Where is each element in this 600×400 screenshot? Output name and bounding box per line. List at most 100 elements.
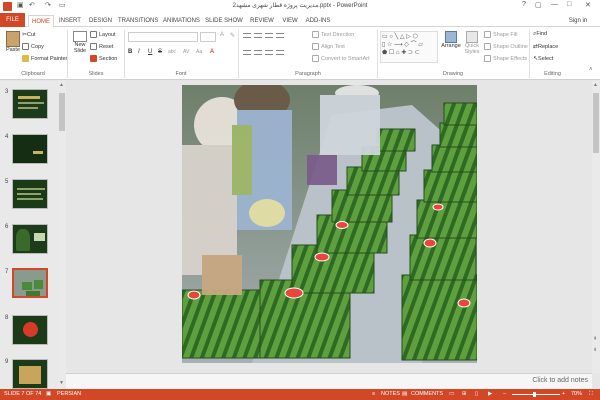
zoom-slider-handle[interactable] [533,392,536,397]
new-slide-button[interactable]: New Slide [71,31,89,54]
slide-thumbnail[interactable] [12,315,48,345]
character-spacing-button[interactable]: AV [183,49,189,55]
slide-thumbnail[interactable] [12,179,48,209]
change-case-button[interactable]: Aa [196,49,202,55]
normal-view-icon[interactable]: ▭ [449,391,454,397]
find-button[interactable]: ⌕Find [533,31,547,38]
cut-button[interactable]: ✂Cut [22,31,36,38]
shapes-gallery[interactable]: ▭ ○ ╲ △ ▷ ⬡ ▯ ☆ ⟶ ◇ ⌒ ▱ ⬟ ☐ ⌂ ✚ ⊃ ⊂ [380,31,438,63]
clipboard-group-label: Clipboard [21,71,45,77]
scrollbar-thumb[interactable] [593,93,599,153]
shape-effects-button[interactable]: Shape Effects [484,55,527,62]
align-text-icon [312,43,319,50]
copy-button[interactable]: Copy [22,43,44,50]
text-shadow-button[interactable]: abc [168,49,176,55]
align-text-button[interactable]: Align Text [312,43,345,50]
bold-button[interactable]: B [128,49,132,55]
ribbon-options-icon[interactable]: ▢ [535,1,542,9]
section-button[interactable]: Section [90,55,117,62]
zoom-out-icon[interactable]: − [503,391,506,397]
slide-thumbnail[interactable] [12,224,48,254]
tab-insert[interactable]: INSERT [57,15,83,27]
slide-thumbnail[interactable] [12,89,48,119]
tab-review[interactable]: REVIEW [248,15,276,27]
font-size-select[interactable] [200,32,216,42]
format-painter-icon [22,55,29,62]
notes-toggle[interactable]: NOTES [381,391,400,397]
comments-toggle-icon[interactable]: ▤ [402,391,407,397]
zoom-in-icon[interactable]: + [562,391,565,397]
slideshow-view-icon[interactable]: ▶ [488,391,492,397]
tab-design[interactable]: DESIGN [87,15,114,27]
previous-slide-icon[interactable]: ⇞ [593,336,597,342]
reset-icon [90,43,97,50]
alignment-icons[interactable] [243,50,303,56]
slide-sorter-icon[interactable]: ⊞ [462,391,467,397]
arrange-button[interactable]: Arrange [441,31,461,49]
thumbnail-scrollbar[interactable]: ▲ ▼ [58,81,66,389]
strikethrough-button[interactable]: S [158,49,162,55]
replace-button[interactable]: ⇄Replace [533,43,558,50]
underline-button[interactable]: U [148,49,152,55]
convert-to-smartart-button[interactable]: Convert to SmartArt [312,55,370,62]
layout-button[interactable]: Layout [90,31,116,38]
tab-animations[interactable]: ANIMATIONS [163,15,200,27]
italic-button[interactable]: I [138,49,140,55]
comments-toggle[interactable]: COMMENTS [411,391,443,397]
scrollbar-thumb[interactable] [59,93,65,131]
tab-slide-show[interactable]: SLIDE SHOW [205,15,243,27]
font-group-label: Font [175,71,187,77]
thumbnail-number: 5 [5,179,9,185]
notes-pane[interactable]: Click to add notes [66,373,592,389]
tab-view[interactable]: VIEW [280,15,300,27]
zoom-slider[interactable] [512,394,560,395]
drawing-group-label: Drawing [442,71,464,77]
title-bar: ▣ ↶ ↷ ▭ مدیریت پروژه قطار شهری مشهد2.ppt… [0,0,600,13]
language-indicator[interactable]: PERSIAN [57,391,81,397]
slide-thumbnail[interactable] [12,134,48,164]
spelling-icon[interactable]: ▣ [46,391,51,397]
thumbnail-number: 4 [5,134,9,140]
close-icon[interactable]: ✕ [585,1,591,9]
thumbnail-number: 3 [5,89,9,95]
notes-toggle-icon[interactable]: ≡ [372,391,375,397]
font-family-select[interactable] [128,32,198,42]
sign-in-link[interactable]: Sign in [567,15,589,27]
shape-fill-button[interactable]: Shape Fill [484,31,517,38]
text-direction-button[interactable]: Text Direction [312,31,354,38]
collapse-ribbon-icon[interactable]: ˄ [589,67,593,73]
slide-thumbnail-selected[interactable] [12,268,48,298]
notes-placeholder[interactable]: Click to add notes [532,377,588,384]
slide-counter: SLIDE 7 OF 74 [4,391,42,397]
shape-outline-button[interactable]: Shape Outline [484,43,528,50]
arrange-icon [445,31,457,43]
status-bar: SLIDE 7 OF 74 ▣ PERSIAN ≡ NOTES ▤ COMMEN… [0,389,600,400]
tab-home[interactable]: HOME [28,15,54,27]
reset-button[interactable]: Reset [90,43,113,50]
scroll-up-icon[interactable]: ▲ [59,82,64,88]
paste-button[interactable]: Paste [3,31,23,53]
maximize-icon[interactable]: □ [567,1,571,8]
minimize-icon[interactable]: — [551,1,558,8]
font-color-button[interactable]: A [210,49,214,55]
quick-styles-button[interactable]: Quick Styles [462,31,482,55]
next-slide-icon[interactable]: ⇟ [593,347,597,353]
reading-view-icon[interactable]: ▯ [475,391,478,397]
grow-font-icon[interactable]: A [220,32,224,38]
help-icon[interactable]: ? [522,1,526,8]
fit-slide-icon[interactable]: ⛶ [589,391,593,398]
ribbon-tabs: FILE HOME INSERT DESIGN TRANSITIONS ANIM… [0,13,600,27]
tab-add-ins[interactable]: ADD-INS [303,15,333,27]
scroll-down-icon[interactable]: ▼ [59,380,64,386]
slide-scrollbar[interactable]: ▲ ⇞ ⇟ [592,81,600,373]
zoom-level[interactable]: 70% [571,391,582,397]
scroll-up-icon[interactable]: ▲ [593,82,598,88]
select-button[interactable]: ↖Select [533,55,553,62]
format-painter-button[interactable]: Format Painter [22,55,67,62]
clear-formatting-icon[interactable]: ✎ [230,32,235,39]
bullets-numbering-icons[interactable] [243,33,303,39]
tab-file[interactable]: FILE [0,13,25,27]
slide-thumbnail[interactable] [12,359,48,389]
tab-transitions[interactable]: TRANSITIONS [118,15,158,27]
slide-canvas[interactable] [182,85,477,363]
